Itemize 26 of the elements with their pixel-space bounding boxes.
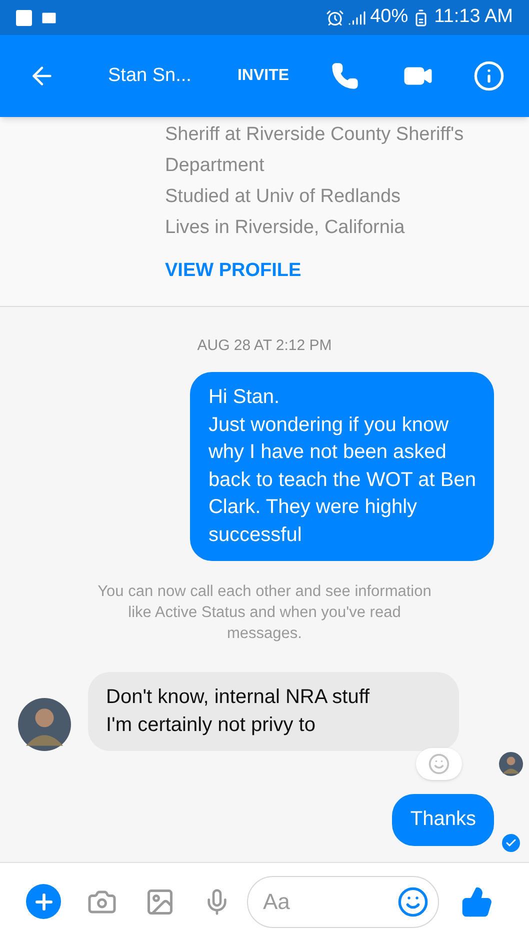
- clock: 11:13 AM: [434, 5, 513, 30]
- seen-avatar: [499, 752, 523, 776]
- profile-detail: Lives in Riverside, California: [165, 216, 406, 240]
- smiley-icon: [428, 753, 450, 775]
- emoji-icon[interactable]: [397, 886, 429, 918]
- profile-detail: Sheriff at Riverside County Sheriff's: [165, 123, 465, 147]
- like-button[interactable]: [461, 886, 493, 918]
- profile-detail: Studied at Univ of Redlands: [165, 185, 402, 209]
- info-button[interactable]: [473, 60, 506, 92]
- gallery-button[interactable]: [145, 886, 175, 916]
- received-message: Don't know, internal NRA stuff I'm certainly not privy to: [88, 672, 459, 751]
- signal-icon: [348, 8, 366, 26]
- invite-button[interactable]: INVITE: [237, 64, 290, 88]
- add-button[interactable]: [26, 884, 61, 919]
- call-button[interactable]: [331, 62, 360, 90]
- battery-level: 40%: [370, 5, 408, 30]
- contact-name[interactable]: Stan Sn...: [108, 62, 192, 90]
- notice-text: You can now call each other and see information like Active Status and when you've read messages.: [96, 582, 432, 644]
- view-profile-link[interactable]: VIEW PROFILE: [165, 257, 302, 286]
- alarm-icon: [326, 8, 344, 26]
- contact-avatar: [18, 698, 71, 751]
- message-field[interactable]: Aa: [247, 876, 439, 928]
- sent-message: Hi Stan. Just wondering if you know why I have not been asked back to teach the WOT at Ben Clark. They were highly successful: [190, 372, 494, 561]
- sent-message: Thanks: [392, 794, 494, 846]
- profile-detail: Department: [165, 154, 266, 178]
- timestamp: AUG 28 AT 2:12 PM: [196, 336, 333, 356]
